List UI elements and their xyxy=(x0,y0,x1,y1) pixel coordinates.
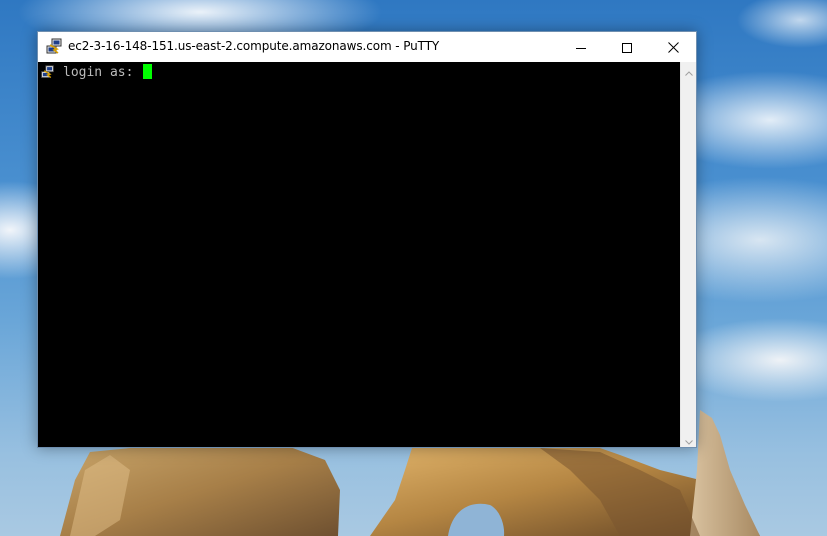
terminal-area[interactable]: login as: xyxy=(38,62,680,447)
login-prompt: login as: xyxy=(63,65,142,80)
scroll-up-button[interactable] xyxy=(681,62,696,78)
maximize-icon xyxy=(622,38,632,57)
scroll-down-button[interactable] xyxy=(681,431,696,447)
close-icon xyxy=(667,38,679,57)
title-bar[interactable]: ec2-3-16-148-151.us-east-2.compute.amazo… xyxy=(38,32,696,62)
minimize-icon xyxy=(576,38,586,57)
putty-icon[interactable] xyxy=(45,38,63,56)
putty-window[interactable]: ec2-3-16-148-151.us-east-2.compute.amazo… xyxy=(37,31,697,448)
maximize-button[interactable] xyxy=(604,32,650,62)
close-button[interactable] xyxy=(650,32,696,62)
vertical-scrollbar[interactable] xyxy=(680,62,696,447)
chevron-down-icon xyxy=(684,430,693,449)
terminal-cursor xyxy=(143,64,152,79)
putty-icon xyxy=(40,65,55,80)
minimize-button[interactable] xyxy=(558,32,604,62)
chevron-up-icon xyxy=(684,61,693,80)
window-title: ec2-3-16-148-151.us-east-2.compute.amazo… xyxy=(68,39,440,53)
